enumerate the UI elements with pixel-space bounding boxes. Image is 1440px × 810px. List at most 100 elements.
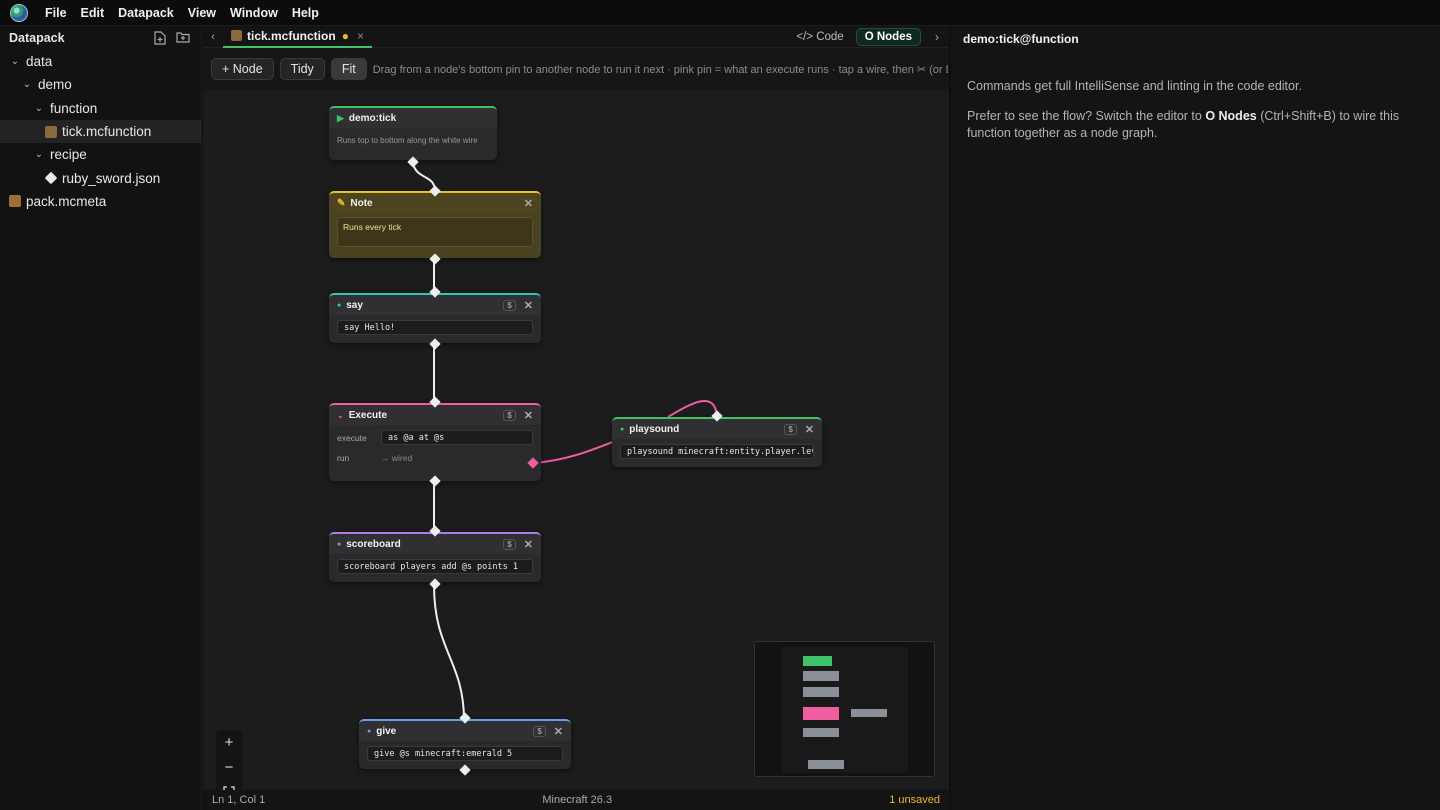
give-title: give: [376, 725, 397, 737]
say-close-icon[interactable]: ✕: [524, 299, 533, 312]
cursor-position: Ln 1, Col 1: [212, 794, 266, 806]
tree-item-label: ruby_sword.json: [62, 170, 161, 186]
playsound-macro-badge[interactable]: $: [784, 423, 797, 435]
editor-pane: ‹ tick.mcfunction ● × </> Code O Nodes ›…: [203, 26, 949, 810]
tab-bar: ‹ tick.mcfunction ● × </> Code O Nodes ›: [203, 26, 949, 48]
file-explorer: Datapack ⌄ data ⌄ demo ⌄ function tick.mcfunct…: [0, 26, 202, 810]
tree-item-label: recipe: [50, 147, 87, 163]
tree-item-recipe[interactable]: ⌄ recipe: [0, 143, 201, 166]
scoreboard-title: scoreboard: [346, 538, 401, 550]
minimap[interactable]: [754, 641, 935, 777]
tree-item-label: demo: [38, 77, 72, 93]
nodes-mode-link[interactable]: O Nodes: [1205, 109, 1256, 123]
execute-label: execute: [337, 432, 367, 443]
say-node[interactable]: ● say $ ✕ say Hello!: [329, 293, 541, 343]
tab-scroll-right-icon[interactable]: ›: [925, 30, 949, 44]
say-macro-badge[interactable]: $: [503, 299, 516, 311]
minimap-node: [851, 709, 887, 717]
give-command-field[interactable]: give @s minecraft:emerald 5: [367, 746, 563, 761]
tidy-button[interactable]: Tidy: [279, 58, 325, 80]
entry-desc: Runs top to bottom along the white wire: [337, 136, 478, 145]
note-node[interactable]: ✎ Note ✕ Runs every tick: [329, 191, 541, 258]
tree-item-pack-mcmeta[interactable]: pack.mcmeta: [0, 190, 201, 213]
playsound-close-icon[interactable]: ✕: [805, 423, 814, 436]
tree-item-demo[interactable]: ⌄ demo: [0, 73, 201, 96]
execute-args-field[interactable]: as @a at @s: [381, 430, 533, 445]
pencil-icon: ✎: [337, 197, 346, 209]
fit-button[interactable]: Fit: [330, 58, 367, 80]
node-dot-icon: ●: [337, 301, 342, 309]
execute-node[interactable]: ⌄ Execute $ ✕ execute as @a at @s run → …: [329, 403, 541, 481]
scoreboard-close-icon[interactable]: ✕: [524, 538, 533, 551]
code-mode-button[interactable]: </> Code: [788, 29, 851, 45]
menu-file[interactable]: File: [38, 6, 74, 20]
chevron-down-icon: ⌄: [22, 79, 32, 91]
menu-view[interactable]: View: [181, 6, 223, 20]
menu-edit[interactable]: Edit: [74, 6, 112, 20]
playsound-command-field[interactable]: playsound minecraft:entity.player.levelu…: [620, 444, 814, 459]
entry-node[interactable]: ▶ demo:tick Runs top to bottom along the…: [329, 106, 497, 160]
execute-close-icon[interactable]: ✕: [524, 409, 533, 422]
give-node[interactable]: ● give $ ✕ give @s minecraft:emerald 5: [359, 719, 571, 769]
inspector-title: demo:tick@function: [963, 32, 1079, 46]
new-file-icon[interactable]: [154, 31, 168, 45]
menu-datapack[interactable]: Datapack: [111, 6, 181, 20]
chevron-down-icon: ⌄: [34, 149, 44, 161]
wire-playsound-loop[interactable]: [667, 400, 718, 418]
tab-tick-mcfunction[interactable]: tick.mcfunction ● ×: [223, 26, 372, 48]
playsound-title: playsound: [629, 423, 680, 435]
menu-help[interactable]: Help: [285, 6, 326, 20]
app-logo-icon: [10, 3, 28, 22]
tree-item-data[interactable]: ⌄ data: [0, 50, 201, 73]
wire-execute-playsound[interactable]: [533, 441, 614, 464]
execute-macro-badge[interactable]: $: [503, 409, 516, 421]
scoreboard-command-field[interactable]: scoreboard players add @s points 1: [337, 559, 533, 574]
give-close-icon[interactable]: ✕: [554, 725, 563, 738]
playsound-node[interactable]: ● playsound $ ✕ playsound minecraft:enti…: [612, 417, 822, 467]
chevron-down-icon: ⌄: [10, 56, 20, 68]
add-node-button[interactable]: + Node: [211, 58, 274, 80]
json-file-icon: [44, 171, 58, 185]
minimap-viewport: [782, 647, 908, 773]
entry-title: demo:tick: [348, 112, 397, 124]
tree-item-ruby-sword-json[interactable]: ruby_sword.json: [0, 166, 201, 189]
scoreboard-macro-badge[interactable]: $: [503, 538, 516, 550]
scoreboard-node[interactable]: ● scoreboard $ ✕ scoreboard players add …: [329, 532, 541, 582]
wire-scoreboard-give[interactable]: [433, 584, 465, 719]
wire-entry-note[interactable]: [412, 161, 436, 192]
tree-item-label: function: [50, 100, 98, 116]
toolbar-hint: Drag from a node's bottom pin to another…: [372, 63, 948, 76]
menu-window[interactable]: Window: [223, 6, 285, 20]
tree-item-label: pack.mcmeta: [26, 193, 107, 209]
tree-item-function[interactable]: ⌄ function: [0, 97, 201, 120]
say-command-field[interactable]: say Hello!: [337, 320, 533, 335]
give-macro-badge[interactable]: $: [533, 725, 546, 737]
new-folder-icon[interactable]: [176, 31, 190, 45]
execute-title: Execute: [348, 409, 388, 421]
file-tree: ⌄ data ⌄ demo ⌄ function tick.mcfunction ⌄ recip…: [0, 50, 201, 213]
note-close-icon[interactable]: ✕: [524, 197, 533, 210]
menu-bar: File Edit Datapack View Window Help: [0, 0, 1440, 26]
tab-close-icon[interactable]: ×: [357, 29, 364, 43]
node-dot-icon: ●: [620, 425, 625, 433]
mcfunction-file-icon: [231, 30, 242, 41]
tree-item-tick-mcfunction[interactable]: tick.mcfunction: [0, 119, 201, 144]
node-chevron-icon: ⌄: [337, 410, 344, 420]
zoom-out-icon[interactable]: −: [225, 759, 234, 776]
note-title: Note: [350, 197, 373, 209]
node-canvas[interactable]: ▶ demo:tick Runs top to bottom along the…: [203, 90, 949, 806]
tab-scroll-left-icon[interactable]: ‹: [203, 31, 223, 43]
unsaved-count[interactable]: 1 unsaved: [889, 794, 940, 806]
minecraft-version[interactable]: Minecraft 26.3: [265, 794, 889, 806]
inspector-intellisense-text: Commands get full IntelliSense and linti…: [967, 79, 1302, 93]
explorer-title: Datapack: [9, 31, 65, 45]
play-icon: ▶: [337, 112, 344, 123]
tree-item-label: data: [26, 54, 53, 70]
inspector-panel: demo:tick@function Commands get full Int…: [951, 26, 1440, 810]
note-text[interactable]: Runs every tick: [337, 217, 533, 247]
tab-label: tick.mcfunction: [247, 28, 336, 43]
zoom-in-icon[interactable]: +: [225, 734, 234, 751]
minimap-node: [803, 671, 839, 681]
nodes-mode-button[interactable]: O Nodes: [855, 27, 921, 46]
minimap-node: [803, 656, 832, 666]
